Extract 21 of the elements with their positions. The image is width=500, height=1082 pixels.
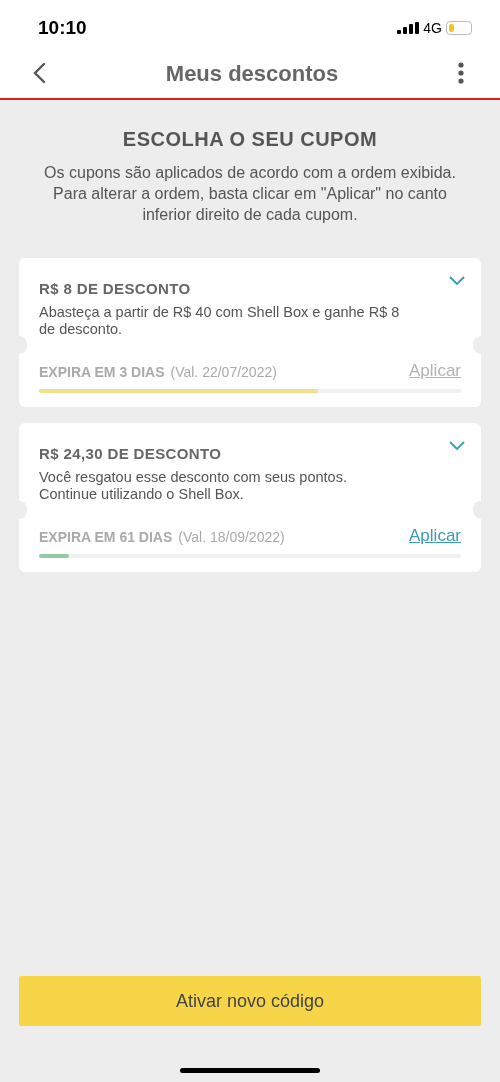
more-options-icon[interactable]: [458, 62, 464, 84]
coupon-description: Você resgatou esse desconto com seus pontos. Continue utilizando o Shell Box.: [39, 468, 348, 503]
expiry-label: EXPIRA EM 3 DIAS: [39, 363, 165, 382]
network-label: 4G: [423, 18, 442, 38]
coupon-title: R$ 8 DE DESCONTO: [39, 279, 191, 299]
expiry-label: EXPIRA EM 61 DIAS: [39, 528, 173, 547]
section-heading: ESCOLHA O SEU CUPOM: [122, 127, 378, 152]
instructions-text: Os cupons são aplicados de acordo com a ordem exibida. Para alterar a ordem, basta clicar em "Aplicar" no canto inferior direito de cada cupom.: [44, 163, 456, 225]
chevron-down-icon[interactable]: [449, 441, 465, 451]
chevron-down-icon[interactable]: [449, 276, 465, 286]
page-title: Meus descontos: [165, 59, 339, 88]
validity-date: (Val. 22/07/2022): [170, 363, 277, 382]
coupon-description: Abasteça a partir de R$ 40 com Shell Box e ganhe R$ 8 de desconto.: [39, 303, 401, 338]
apply-link[interactable]: Aplicar: [409, 522, 461, 548]
back-icon[interactable]: [32, 62, 46, 84]
signal-icon: [397, 22, 420, 34]
validity-date: (Val. 18/09/2022): [178, 528, 285, 547]
battery-icon: [446, 21, 472, 35]
activate-code-button[interactable]: Ativar novo código: [19, 976, 481, 1026]
coupon-title: R$ 24,30 DE DESCONTO: [39, 444, 222, 464]
status-time: 10:10: [38, 15, 87, 40]
